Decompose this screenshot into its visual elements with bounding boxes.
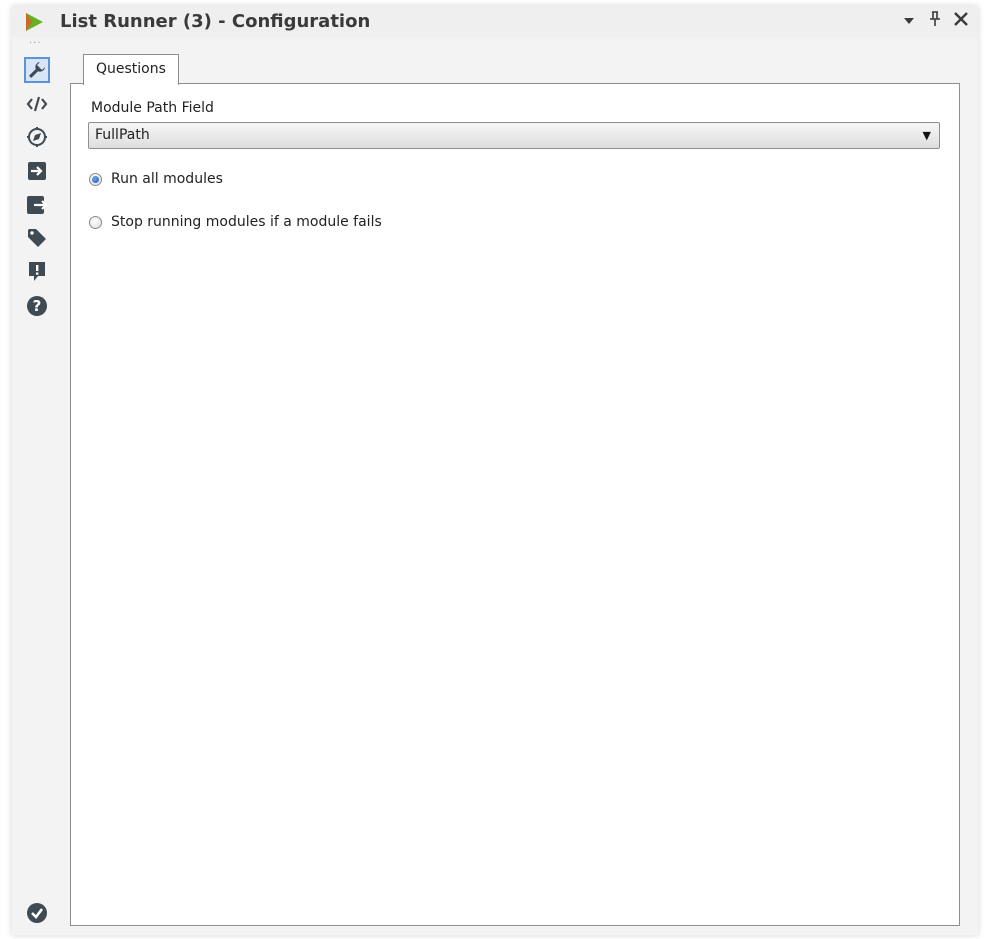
help-icon: ? (27, 296, 47, 316)
sidebar-item-input[interactable] (24, 158, 50, 184)
pin-icon (930, 11, 940, 26)
sidebar: ? (12, 51, 56, 935)
sidebar-item-output[interactable] (24, 192, 50, 218)
window-title: List Runner (3) - Configuration (60, 11, 371, 32)
radio-stop-on-fail[interactable]: Stop running modules if a module fails (89, 212, 382, 232)
sidebar-item-messages[interactable] (24, 259, 50, 285)
input-arrow-icon (28, 162, 46, 180)
radio-button-unchecked[interactable] (89, 215, 102, 229)
close-icon (954, 12, 968, 26)
radio-stop-on-fail-label: Stop running modules if a module fails (111, 214, 382, 230)
module-path-select[interactable]: FullPath ▼ (88, 122, 940, 149)
title-bar: List Runner (3) - Configuration (12, 6, 978, 38)
sidebar-item-help[interactable]: ? (24, 293, 50, 319)
tag-icon (28, 229, 46, 247)
sidebar-item-tag[interactable] (24, 225, 50, 251)
output-arrow-icon (27, 196, 48, 214)
content-area: Questions Module Path Field FullPath ▼ R… (68, 38, 978, 935)
sidebar-item-xml[interactable] (24, 91, 50, 117)
radio-run-all[interactable]: Run all modules (89, 169, 223, 189)
drag-grip[interactable]: ··· (29, 39, 42, 49)
radio-run-all-label: Run all modules (111, 171, 223, 187)
radio-button-checked[interactable] (89, 172, 102, 186)
pin-button[interactable] (924, 11, 946, 33)
sidebar-status[interactable] (24, 900, 50, 926)
module-path-label: Module Path Field (91, 100, 214, 116)
sidebar-item-annotation[interactable] (24, 124, 50, 150)
window-menu-button[interactable] (898, 11, 920, 33)
module-path-value: FullPath (95, 127, 150, 143)
alert-icon (29, 262, 45, 281)
compass-icon (27, 127, 47, 147)
configuration-window: List Runner (3) - Configuration ··· ? Qu… (12, 6, 978, 935)
chevron-down-icon (904, 18, 914, 24)
code-icon (26, 96, 48, 112)
tab-questions[interactable]: Questions (83, 54, 179, 85)
chevron-down-icon: ▼ (922, 129, 931, 142)
wrench-icon (29, 62, 45, 78)
sidebar-item-configuration[interactable] (24, 57, 50, 83)
svg-text:?: ? (33, 297, 42, 315)
questions-panel: Module Path Field FullPath ▼ Run all mod… (70, 83, 960, 926)
check-circle-icon (27, 903, 47, 923)
play-icon (26, 13, 43, 31)
close-button[interactable] (950, 11, 972, 33)
